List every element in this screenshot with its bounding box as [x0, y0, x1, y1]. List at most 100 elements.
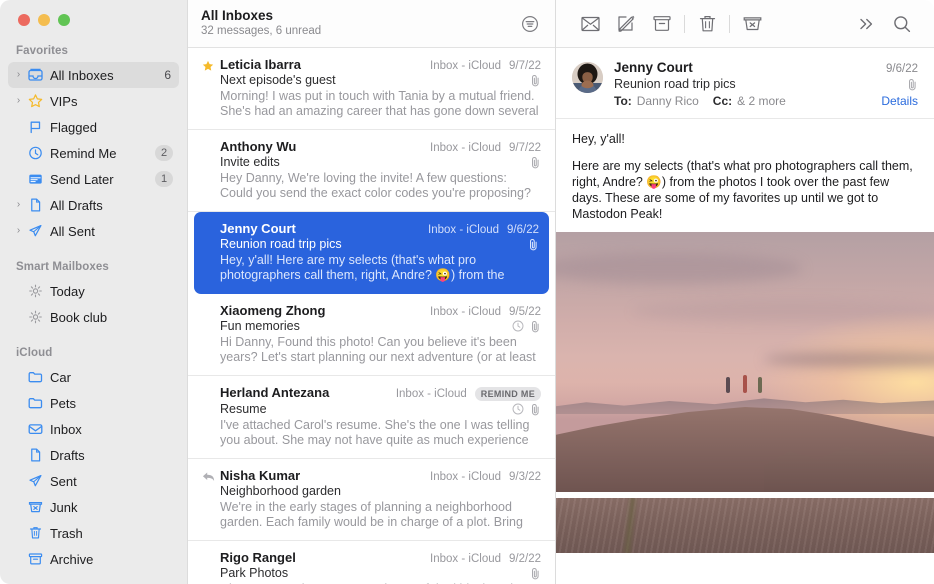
sidebar-item-book-club[interactable]: Book club — [8, 304, 179, 330]
trash-icon[interactable] — [689, 10, 725, 38]
avatar — [572, 62, 603, 93]
message-mailbox: Inbox - iCloud — [430, 306, 502, 318]
sidebar-item-remind-me[interactable]: Remind Me 2 — [8, 140, 179, 166]
toolbar-divider — [729, 14, 730, 33]
hiker-figure — [758, 377, 763, 394]
details-link[interactable]: Details — [881, 94, 918, 108]
trash-icon — [25, 526, 45, 540]
message-mailbox: Inbox - iCloud — [430, 142, 502, 154]
sidebar-item-flagged[interactable]: Flagged — [8, 114, 179, 140]
filter-icon[interactable] — [519, 13, 541, 35]
rock-texture — [556, 498, 934, 553]
sidebar-item-label: VIPs — [50, 93, 78, 109]
to-value[interactable]: Danny Rico — [637, 94, 699, 108]
flag-icon — [25, 120, 45, 134]
star-icon — [201, 59, 215, 73]
message-sender: Herland Antezana — [220, 385, 330, 400]
message-list-item[interactable]: Nisha Kumar Inbox - iCloud 9/3/22 Neighb… — [188, 459, 555, 541]
close-button[interactable] — [18, 14, 30, 26]
sidebar-item-label: Trash — [50, 525, 83, 541]
message-sender: Jenny Court — [220, 221, 296, 236]
message-list-item[interactable]: Xiaomeng Zhong Inbox - iCloud 9/5/22 Fun… — [188, 294, 555, 376]
toolbar — [556, 0, 934, 48]
junk-icon — [25, 500, 45, 514]
sidebar: Favorites › All Inboxes 6 › VIPs Flagged — [0, 0, 187, 584]
sidebar-item-label: All Drafts — [50, 197, 103, 213]
message-mailbox: Inbox - iCloud — [430, 471, 502, 483]
search-icon[interactable] — [884, 10, 920, 38]
message-list-pane: All Inboxes 32 messages, 6 unread Letici… — [187, 0, 556, 584]
status-badge: REMIND ME — [474, 387, 541, 401]
sidebar-item-archive[interactable]: Archive — [8, 546, 179, 572]
sidebar-item-label: Drafts — [50, 447, 85, 463]
sidebar-item-trash[interactable]: Trash — [8, 520, 179, 546]
message-sender: Rigo Rangel — [220, 550, 296, 565]
more-chevron-icon[interactable] — [848, 10, 884, 38]
chevron-right-icon[interactable]: › — [12, 96, 25, 106]
message-list-item[interactable]: Anthony Wu Inbox - iCloud 9/7/22 Invite … — [188, 130, 555, 212]
message-list-item[interactable]: Herland Antezana Inbox - iCloud REMIND M… — [188, 376, 555, 459]
message-list-item-selected[interactable]: Jenny Court Inbox - iCloud 9/6/22 Reunio… — [194, 212, 549, 294]
chevron-right-icon[interactable]: › — [12, 226, 25, 236]
cloud-band — [631, 299, 934, 323]
message-list-scroll[interactable]: Leticia Ibarra Inbox - iCloud 9/7/22 Nex… — [188, 48, 555, 584]
sunset-ridge-photo[interactable] — [556, 232, 934, 492]
gear-icon — [25, 284, 45, 298]
document-icon — [25, 198, 45, 212]
message-subject: Next episode's guest — [220, 73, 336, 87]
archive-icon[interactable] — [644, 10, 680, 38]
mail-window: Favorites › All Inboxes 6 › VIPs Flagged — [0, 0, 934, 584]
sidebar-badge: 1 — [155, 171, 173, 187]
sidebar-item-car[interactable]: Car — [8, 364, 179, 390]
sandstone-photo[interactable] — [556, 498, 934, 553]
cc-value[interactable]: & 2 more — [737, 94, 786, 108]
sidebar-item-all-drafts[interactable]: › All Drafts — [8, 192, 179, 218]
sidebar-item-drafts[interactable]: Drafts — [8, 442, 179, 468]
message-mailbox: Inbox - iCloud — [430, 60, 502, 72]
sidebar-item-label: Today — [50, 283, 85, 299]
message-sender: Xiaomeng Zhong — [220, 303, 326, 318]
sidebar-item-today[interactable]: Today — [8, 278, 179, 304]
mark-unread-icon[interactable] — [572, 10, 608, 38]
sidebar-item-pets[interactable]: Pets — [8, 390, 179, 416]
attachment-icon — [528, 238, 539, 251]
message-date: 9/2/22 — [509, 553, 541, 565]
message-list-item[interactable]: Leticia Ibarra Inbox - iCloud 9/7/22 Nex… — [188, 48, 555, 130]
zoom-button[interactable] — [58, 14, 70, 26]
message-sender: Leticia Ibarra — [220, 57, 301, 72]
message-date: 9/7/22 — [509, 60, 541, 72]
sidebar-item-label: Archive — [50, 551, 94, 567]
folder-icon — [25, 396, 45, 410]
sidebar-section-smart-mailboxes: Smart Mailboxes — [16, 261, 109, 273]
message-preview: I've attached Carol's resume. She's the … — [220, 418, 530, 447]
chevron-right-icon[interactable]: › — [12, 70, 25, 80]
sidebar-item-send-later[interactable]: Send Later 1 — [8, 166, 179, 192]
junk-icon[interactable] — [734, 10, 770, 38]
sidebar-item-all-inboxes[interactable]: › All Inboxes 6 — [8, 62, 179, 88]
message-list-item[interactable]: Rigo Rangel Inbox - iCloud 9/2/22 Park P… — [188, 541, 555, 584]
sender-name: Jenny Court — [614, 60, 693, 75]
compose-icon[interactable] — [608, 10, 644, 38]
minimize-button[interactable] — [38, 14, 50, 26]
message-preview: Hey, y'all! Here are my selects (that's … — [220, 253, 505, 282]
send-later-icon — [25, 172, 45, 186]
sidebar-section-favorites: Favorites — [16, 45, 69, 57]
sidebar-item-all-sent[interactable]: › All Sent — [8, 218, 179, 244]
sidebar-item-junk[interactable]: Junk — [8, 494, 179, 520]
sidebar-item-inbox[interactable]: Inbox — [8, 416, 179, 442]
paper-plane-icon — [25, 224, 45, 238]
all-inboxes-icon — [25, 68, 45, 82]
message-subject: Invite edits — [220, 155, 280, 169]
to-label: To: — [614, 94, 632, 108]
message-mailbox: Inbox - iCloud — [430, 553, 502, 565]
chevron-right-icon[interactable]: › — [12, 200, 25, 210]
document-icon — [25, 448, 45, 462]
sidebar-item-label: Send Later — [50, 171, 114, 187]
sidebar-item-vips[interactable]: › VIPs — [8, 88, 179, 114]
sidebar-item-label: All Inboxes — [50, 67, 114, 83]
inbox-icon — [25, 422, 45, 436]
message-subject: Park Photos — [220, 566, 289, 580]
sidebar-item-label: Junk — [50, 499, 78, 515]
sidebar-item-sent[interactable]: Sent — [8, 468, 179, 494]
hiker-figure — [726, 377, 731, 394]
